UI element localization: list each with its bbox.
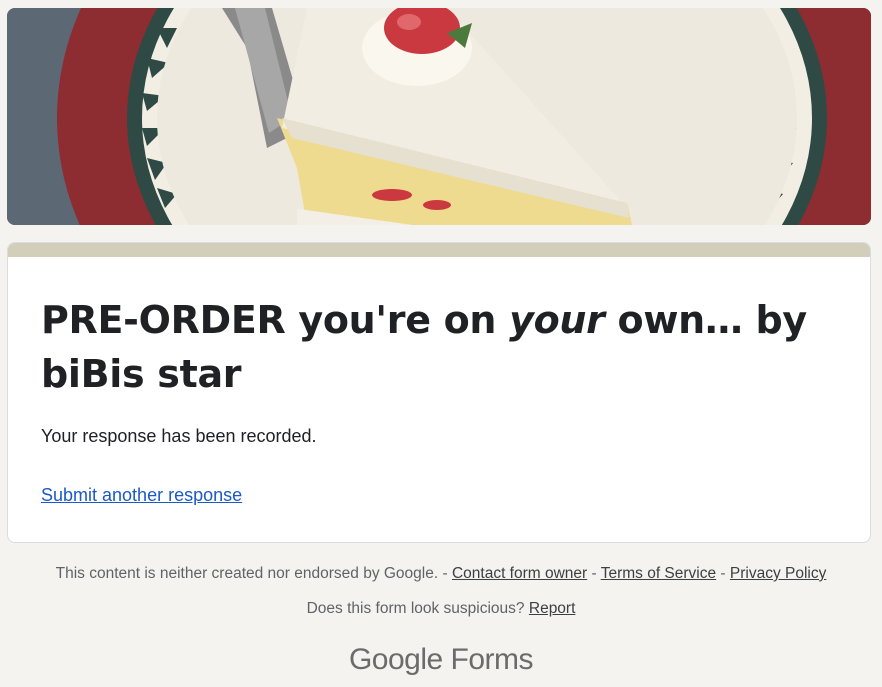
footer-separator: - <box>438 565 452 582</box>
footer-report-line: Does this form look suspicious? Report <box>0 600 882 618</box>
form-title-emphasis: your <box>509 298 605 342</box>
confirmation-message: Your response has been recorded. <box>41 426 317 446</box>
header-image <box>7 8 871 225</box>
form-title: PRE-ORDER you're on your own… by biBis s… <box>41 293 831 401</box>
footer-separator: - <box>587 565 601 582</box>
cake-illustration <box>7 8 871 225</box>
footer-separator: - <box>716 565 730 582</box>
confirmation-card: PRE-ORDER you're on your own… by biBis s… <box>7 242 871 543</box>
footer-disclaimer-line: This content is neither created nor endo… <box>0 565 882 583</box>
contact-owner-link[interactable]: Contact form owner <box>452 565 587 582</box>
brand-google: Google <box>348 643 443 676</box>
terms-link[interactable]: Terms of Service <box>601 565 716 582</box>
form-title-part1: PRE-ORDER you're on <box>41 298 510 342</box>
brand-forms: Forms <box>450 643 534 676</box>
suspicious-text: Does this form look suspicious? <box>306 600 525 617</box>
report-link[interactable]: Report <box>529 600 576 617</box>
submit-another-link[interactable]: Submit another response <box>41 485 242 506</box>
footer-disclaimer: This content is neither created nor endo… <box>55 565 439 582</box>
card-accent-bar <box>8 243 870 257</box>
google-forms-logo[interactable]: Google Forms <box>0 643 882 677</box>
privacy-link[interactable]: Privacy Policy <box>730 565 826 582</box>
